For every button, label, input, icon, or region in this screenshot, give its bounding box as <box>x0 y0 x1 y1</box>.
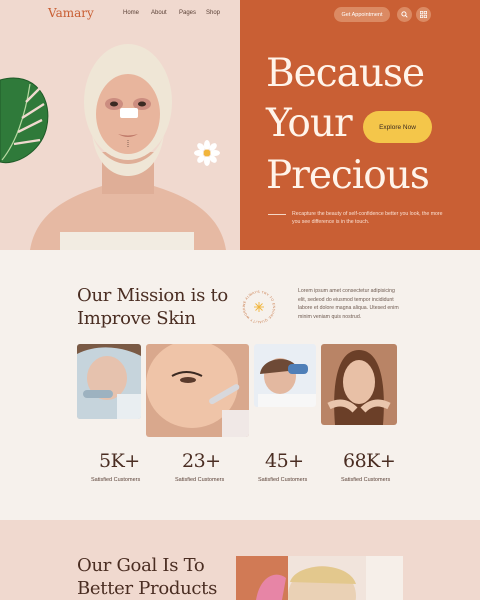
treatment-photo-4 <box>321 344 397 425</box>
stat-label-1: Satisfied Customers <box>91 477 141 483</box>
nav-item-home[interactable]: Home <box>123 10 139 16</box>
hero-headline-line-2: Your <box>266 101 353 146</box>
mission-description: Lorem ipsum amet consectetur adipisicing… <box>298 288 399 320</box>
treatment-photo-3 <box>254 344 316 407</box>
hero-headline-line-3: Precious <box>266 153 430 198</box>
grid-icon <box>420 11 427 18</box>
nav-item-about[interactable]: About <box>151 10 167 16</box>
explore-now-button[interactable]: Explore Now <box>363 111 432 143</box>
get-appointment-button[interactable]: Get Appointment <box>334 7 390 22</box>
brand-logo[interactable]: Vamary <box>48 6 94 20</box>
stat-label-4: Satisfied Customers <box>341 477 391 483</box>
search-button[interactable] <box>397 7 412 22</box>
grid-menu-button[interactable] <box>416 7 431 22</box>
hero-section: Vamary Home About Pages Shop Get Appoint… <box>0 0 480 250</box>
stat-value-1: 5K+ <box>99 450 140 472</box>
stat-label-3: Satisfied Customers <box>258 477 308 483</box>
hero-divider <box>268 214 286 215</box>
goal-title-line-1: Our Goal Is To <box>77 555 205 576</box>
nav-item-pages[interactable]: Pages <box>179 10 196 16</box>
stat-value-2: 23+ <box>182 450 221 472</box>
daisy-flower-image <box>194 140 220 166</box>
mission-title: Our Mission is to Improve Skin <box>77 284 228 330</box>
stat-label-2: Satisfied Customers <box>175 477 225 483</box>
goal-title-line-2: Better Products <box>77 578 218 599</box>
goal-title: Our Goal Is To Better Products <box>77 554 217 600</box>
stat-value-4: 68K+ <box>343 450 396 472</box>
mission-title-line-1: Our Mission is to <box>77 285 228 306</box>
hero-image-panel <box>0 0 240 250</box>
hero-headline-line-1: Because <box>266 51 425 96</box>
nav-item-shop[interactable]: Shop <box>206 10 220 16</box>
stat-value-3: 45+ <box>265 450 304 472</box>
search-icon <box>401 11 408 18</box>
hero-description: Recapture the beauty of self-confidence … <box>292 211 443 225</box>
treatment-photo-1 <box>77 344 141 419</box>
quality-badge-icon: WE ALWAYS TRY TO ENSURE QUALITY WORK <box>242 290 276 324</box>
mission-title-line-2: Improve Skin <box>77 308 196 329</box>
goal-photo <box>236 556 403 600</box>
treatment-photo-2 <box>146 344 249 437</box>
